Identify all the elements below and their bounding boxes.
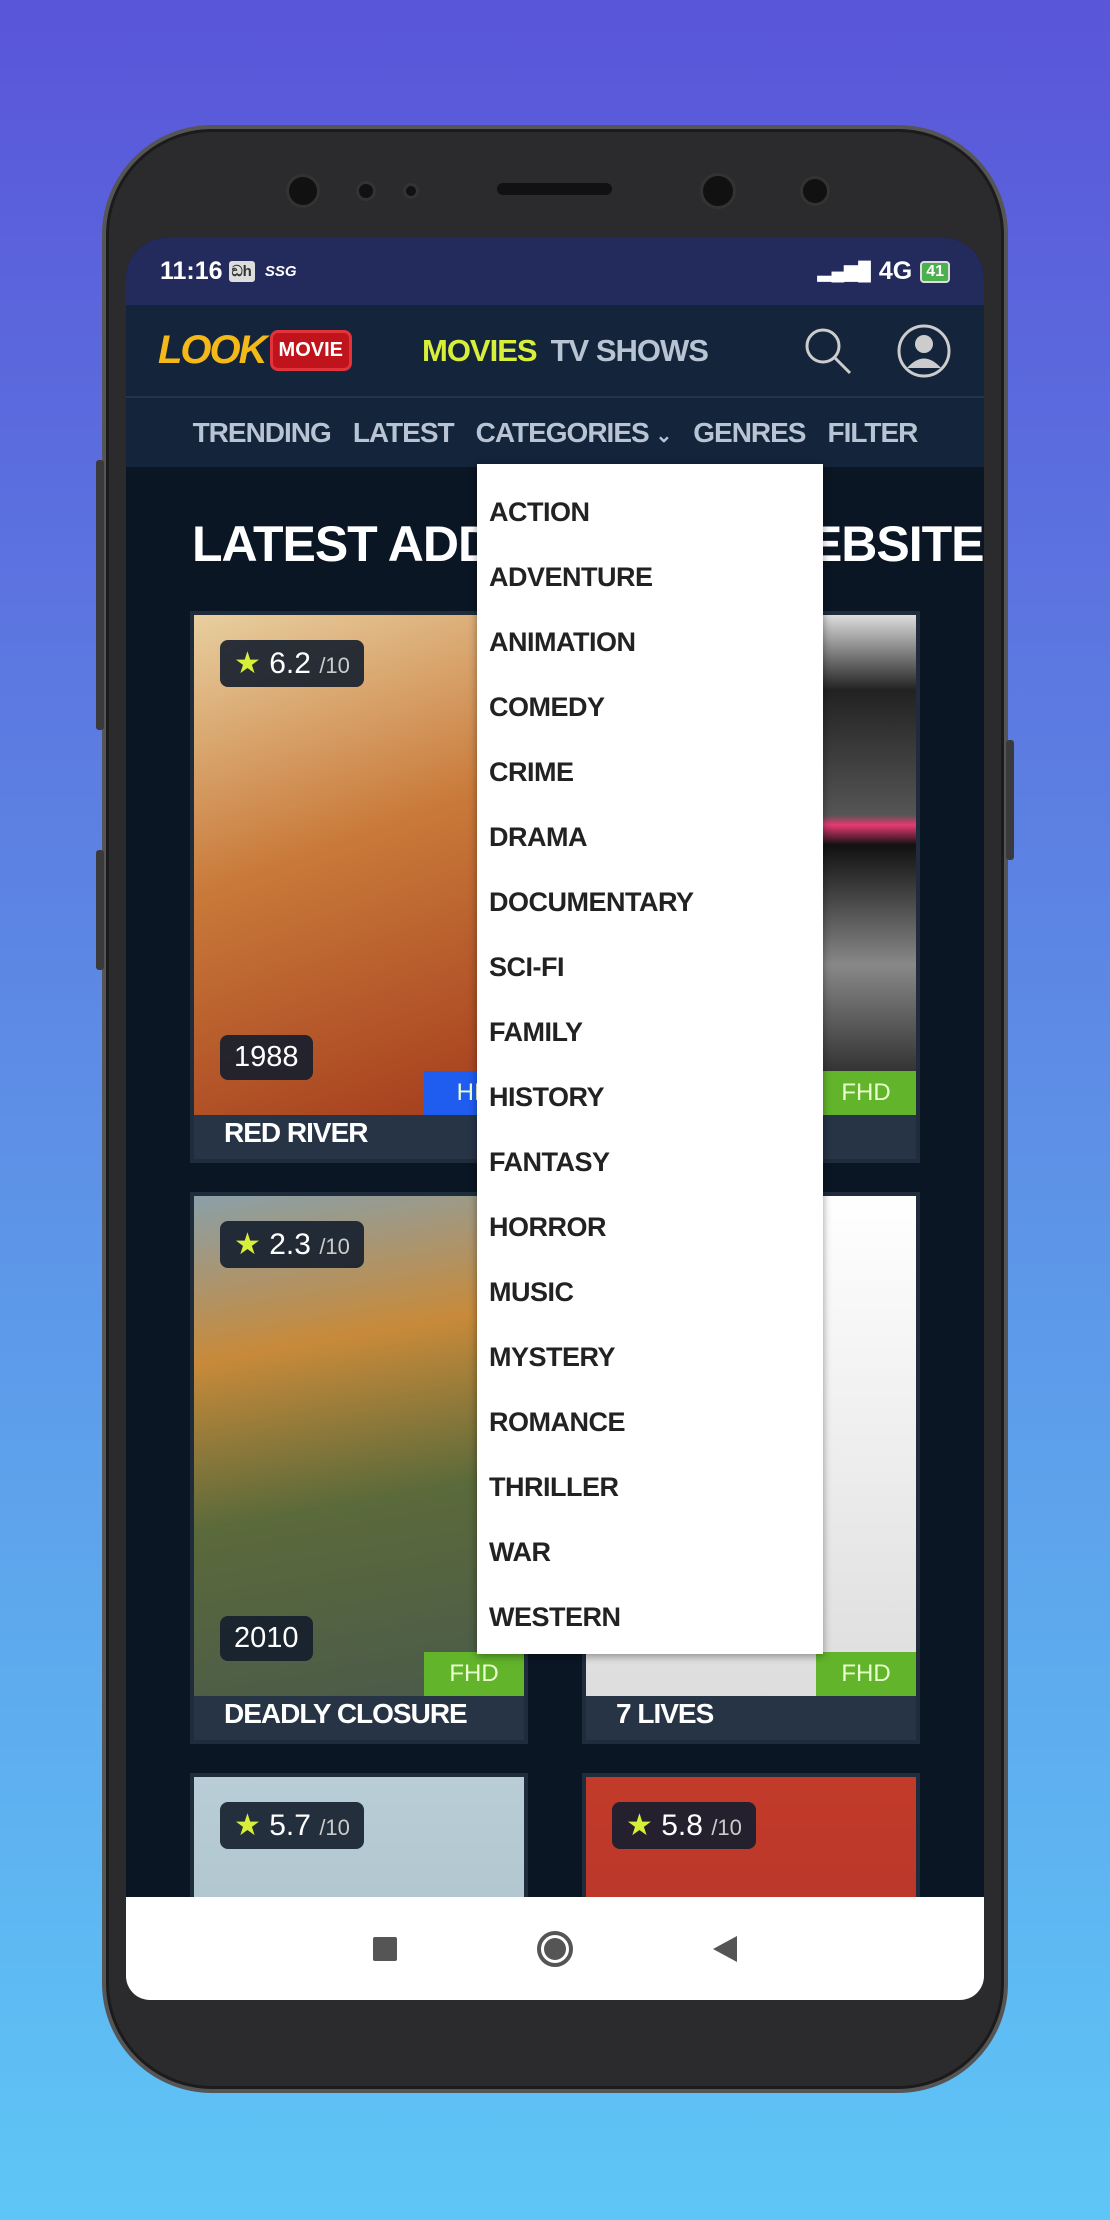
category-adventure[interactable]: ADVENTURE [477, 545, 823, 610]
quality-badge: FHD [424, 1652, 524, 1696]
rating-badge: ★ 2.3 /10 [220, 1221, 364, 1268]
recents-button[interactable] [373, 1936, 397, 1961]
back-button[interactable] [713, 1935, 737, 1962]
nav-latest[interactable]: LATEST [353, 417, 455, 449]
category-family[interactable]: FAMILY [477, 1000, 823, 1065]
clock: 11:16 [160, 257, 223, 285]
app-notification-icon: ඞh [228, 261, 255, 282]
app-header: LOOK MOVIE MOVIES TV SHOWS [126, 305, 984, 396]
nav-trending[interactable]: TRENDING [193, 417, 332, 449]
quality-badge: FHD [816, 1652, 916, 1696]
search-icon[interactable] [802, 325, 854, 377]
category-horror[interactable]: HORROR [477, 1195, 823, 1260]
home-button[interactable] [537, 1930, 573, 1967]
earpiece-speaker [497, 183, 612, 195]
category-war[interactable]: WAR [477, 1520, 823, 1585]
status-extra: SSG [264, 263, 297, 280]
category-romance[interactable]: ROMANCE [477, 1390, 823, 1455]
movie-title: RED RIVER [224, 1117, 368, 1148]
sensor [403, 183, 419, 199]
content-area: LATEST ADDED TO THE WEBSITE ★ 6.2 /10 19… [126, 464, 984, 2000]
phone-side-button [1006, 740, 1014, 860]
category-documentary[interactable]: DOCUMENTARY [477, 870, 823, 935]
logo-badge: MOVIE [269, 330, 352, 371]
network-type: 4G [878, 257, 913, 285]
movie-title: 7 LIVES [616, 1698, 714, 1729]
nav-categories[interactable]: CATEGORIES ⌄ [475, 416, 673, 449]
sub-navigation: TRENDING LATEST CATEGORIES ⌄ GENRES FILT… [126, 396, 984, 467]
logo-text: LOOK [158, 328, 268, 372]
star-icon: ★ [234, 1228, 261, 1261]
category-mystery[interactable]: MYSTERY [477, 1325, 823, 1390]
category-action[interactable]: ACTION [477, 480, 823, 545]
star-icon: ★ [234, 647, 261, 680]
user-account-icon[interactable] [896, 323, 952, 379]
category-western[interactable]: WESTERN [477, 1585, 823, 1650]
year-badge: 2010 [220, 1616, 313, 1661]
categories-dropdown: ACTION ADVENTURE ANIMATION COMEDY CRIME … [477, 464, 823, 1654]
nav-genres[interactable]: GENRES [693, 417, 806, 449]
category-history[interactable]: HISTORY [477, 1065, 823, 1130]
star-icon: ★ [626, 1809, 653, 1842]
phone-side-button [96, 850, 104, 970]
rating-badge: ★ 5.8 /10 [612, 1802, 756, 1849]
rating-badge: ★ 6.2 /10 [220, 640, 364, 687]
category-drama[interactable]: DRAMA [477, 805, 823, 870]
signal-icon: ▂▄▆█ [817, 261, 871, 281]
camera [700, 173, 736, 209]
phone-side-button [96, 460, 104, 730]
category-comedy[interactable]: COMEDY [477, 675, 823, 740]
category-music[interactable]: MUSIC [477, 1260, 823, 1325]
category-sci-fi[interactable]: SCI-FI [477, 935, 823, 1000]
rating-badge: ★ 5.7 /10 [220, 1802, 364, 1849]
logo[interactable]: LOOK MOVIE [158, 328, 352, 373]
category-animation[interactable]: ANIMATION [477, 610, 823, 675]
status-bar: 11:16 ඞh SSG ▂▄▆█ 4G 41 [126, 238, 984, 305]
quality-badge: FHD [816, 1071, 916, 1115]
nav-categories-label: CATEGORIES [475, 416, 650, 448]
category-crime[interactable]: CRIME [477, 740, 823, 805]
battery-icon: 41 [920, 260, 950, 283]
star-icon: ★ [234, 1809, 261, 1842]
year-badge: 1988 [220, 1035, 313, 1080]
app-screen: 11:16 ඞh SSG ▂▄▆█ 4G 41 LOOK MOVIE MOVIE… [126, 238, 984, 2000]
tab-movies[interactable]: MOVIES [422, 333, 538, 369]
front-camera [286, 174, 320, 208]
sensor [800, 176, 830, 206]
category-thriller[interactable]: THRILLER [477, 1455, 823, 1520]
sensor [356, 181, 376, 201]
chevron-down-icon: ⌄ [655, 424, 672, 447]
category-fantasy[interactable]: FANTASY [477, 1130, 823, 1195]
android-nav-bar [126, 1897, 984, 2000]
nav-filter[interactable]: FILTER [827, 417, 918, 449]
movie-title: DEADLY CLOSURE [224, 1698, 468, 1729]
tab-tv-shows[interactable]: TV SHOWS [551, 333, 709, 369]
